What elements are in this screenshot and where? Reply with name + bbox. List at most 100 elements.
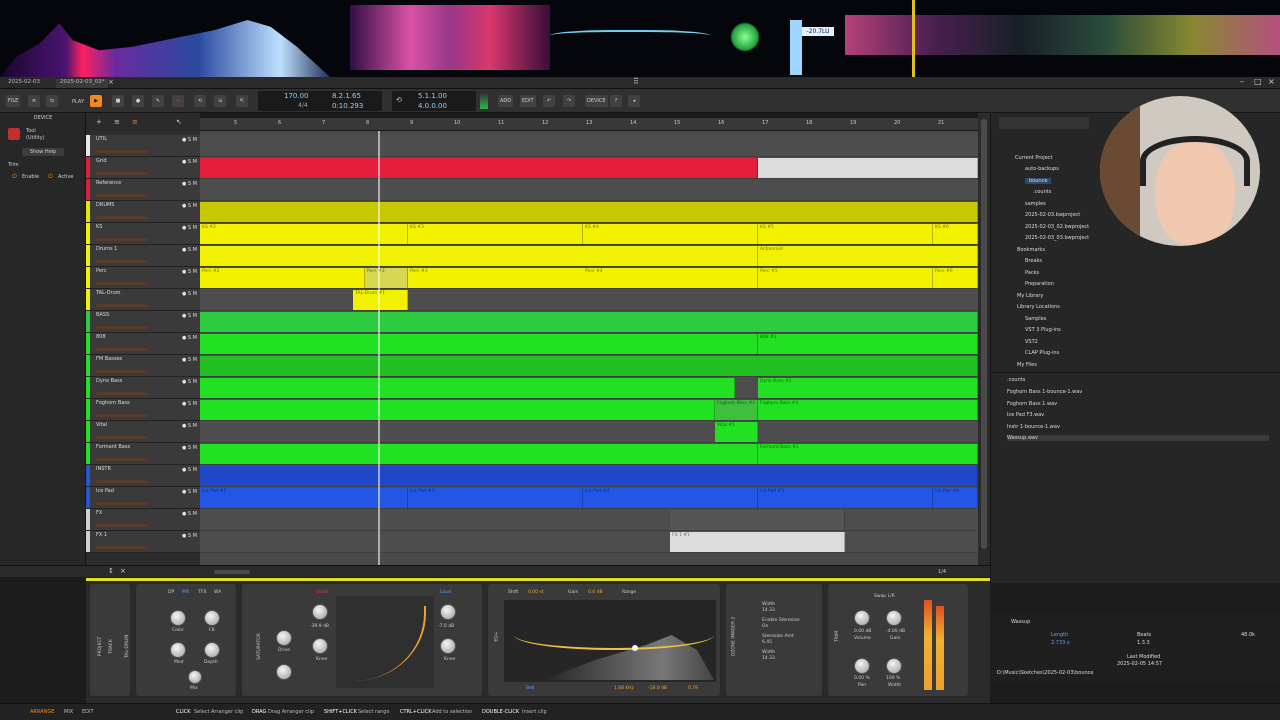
track-volume-fader[interactable] (96, 414, 148, 417)
arranger-clip[interactable]: Ice Pad #2 (200, 488, 408, 508)
mod-knob[interactable] (170, 642, 186, 658)
band-q[interactable]: 0.79 (688, 686, 698, 691)
saturation-curve-display[interactable] (336, 596, 434, 688)
track-name[interactable]: Grid (96, 158, 107, 164)
swap-lr-label[interactable]: Swap L/R (874, 594, 895, 599)
track-volume-fader[interactable] (96, 172, 148, 175)
arranger-clip[interactable]: KS #6 (933, 224, 978, 244)
stop-button[interactable]: ■ (112, 95, 124, 107)
track-name[interactable]: Ice Pad (96, 488, 114, 494)
track-arm-solo-mute-buttons[interactable]: ● S M (182, 489, 197, 495)
file-item[interactable]: 2025-02-03_03.bwproject (1025, 235, 1089, 241)
pointer-tool-icon[interactable]: ↖ (176, 118, 182, 126)
track-name[interactable]: Formant Bass (96, 444, 130, 450)
track-volume-fader[interactable] (96, 216, 148, 219)
tab-project-1[interactable]: 2025-02-03 (4, 79, 44, 88)
track-volume-fader[interactable] (96, 524, 148, 527)
track-arm-solo-mute-buttons[interactable]: ● S M (182, 401, 197, 407)
arranger-clip[interactable]: Perc #6 (933, 268, 978, 288)
arranger-clip[interactable]: Dyno Bass #2 (758, 378, 978, 398)
track-arm-solo-mute-buttons[interactable]: ● S M (182, 357, 197, 363)
track-name[interactable]: BASS (96, 312, 109, 318)
arranger-clip[interactable]: KS #4 (583, 224, 758, 244)
file-list-item[interactable]: Foghorn Bass 1-bounce-1.wav (1007, 389, 1082, 395)
redo-icon[interactable]: ↷ (563, 95, 575, 107)
file-list-item-selected[interactable]: Wassup.wav (1007, 435, 1269, 441)
library-item[interactable]: Samples (1025, 316, 1046, 322)
arranger-clip[interactable]: Ice Pad #3 (408, 488, 583, 508)
arranger-clip[interactable] (200, 202, 978, 222)
arranger-clip[interactable]: 808 #2 (758, 334, 978, 354)
my-files-node[interactable]: My Files (1017, 362, 1037, 368)
track-header[interactable]: DRUMS ● S M (86, 201, 200, 223)
fb-knob[interactable] (204, 610, 220, 626)
file-button[interactable]: FILE (6, 95, 21, 107)
track-arm-solo-mute-buttons[interactable]: ● S M (182, 423, 197, 429)
file-item[interactable]: 2025-02-03.bwproject (1025, 212, 1080, 218)
folder-item[interactable]: .counts (1033, 189, 1051, 195)
track-arm-solo-mute-buttons[interactable]: ● S M (182, 159, 197, 165)
mix-knob[interactable] (188, 670, 202, 684)
play-button[interactable]: ▶ (90, 95, 102, 107)
color-knob[interactable] (170, 610, 186, 626)
track-header[interactable]: Ice Pad ● S M (86, 487, 200, 509)
time-signature[interactable]: 4/4 (298, 102, 308, 109)
arranger-clip[interactable]: Ice Pad #5 (758, 488, 933, 508)
track-arm-solo-mute-buttons[interactable]: ● S M (182, 269, 197, 275)
track-name[interactable]: Perc (96, 268, 107, 274)
expand-icon[interactable]: ↕ (108, 567, 114, 575)
browser-tabs[interactable] (999, 117, 1089, 129)
track-header[interactable]: INSTR ● S M (86, 465, 200, 487)
track-header[interactable]: FX ● S M (86, 509, 200, 531)
loop-icon[interactable]: ⟲ (194, 95, 206, 107)
tab-dp[interactable]: DP (168, 590, 174, 595)
help-icon[interactable]: ? (610, 95, 622, 107)
track-arm-solo-mute-buttons[interactable]: ● S M (182, 291, 197, 297)
file-list-item[interactable]: Instr 1-bounce-1.wav (1007, 424, 1060, 430)
track-arm-solo-mute-buttons[interactable]: ● S M (182, 511, 197, 517)
file-list-item[interactable]: Foghorn Bass 1.wav (1007, 401, 1057, 407)
bookmarks-node[interactable]: Bookmarks (1017, 247, 1045, 253)
shift-value[interactable]: 0.00 st (528, 590, 544, 595)
track-header[interactable]: 808 ● S M (86, 333, 200, 355)
folder-item[interactable]: auto-backups (1025, 166, 1059, 172)
track-header[interactable]: UTIL ● S M (86, 135, 200, 157)
undo-icon[interactable]: ↶ (543, 95, 555, 107)
arranger-timeline[interactable]: KS #2 KS #3 KS #4 KS #5 KS #6 Actionroid Perc … (200, 131, 978, 565)
track-volume-fader[interactable] (96, 348, 148, 351)
track-volume-fader[interactable] (96, 370, 148, 373)
punch-in-icon[interactable]: ⇲ (214, 95, 226, 107)
quiet-knee-knob[interactable] (312, 638, 328, 654)
bookmark-item[interactable]: Breaks (1025, 258, 1042, 264)
enable-stereoize-value[interactable]: On (762, 624, 768, 629)
my-library-node[interactable]: My Library (1017, 293, 1043, 299)
track-lane[interactable] (200, 509, 978, 531)
arranger-clip[interactable]: FX 1 #1 (670, 532, 845, 552)
arranger-clip[interactable] (200, 378, 735, 398)
track-arm-solo-mute-buttons[interactable]: ● S M (182, 137, 197, 143)
track-name[interactable]: KS (96, 224, 102, 230)
track-arm-solo-mute-buttons[interactable]: ● S M (182, 203, 197, 209)
track-name[interactable]: Vital (96, 422, 107, 428)
horizontal-scroll-thumb[interactable] (214, 570, 250, 574)
eq-band-handle[interactable] (632, 645, 638, 651)
arranger-clip[interactable]: KS #5 (758, 224, 933, 244)
track-arm-solo-mute-buttons[interactable]: ● S M (182, 467, 197, 473)
close-window-icon[interactable]: × (1268, 77, 1275, 86)
arranger-clip[interactable] (200, 312, 978, 332)
arranger-clip[interactable] (200, 246, 758, 266)
minimize-icon[interactable]: – (1240, 77, 1244, 86)
folder-item[interactable]: bounce (1025, 178, 1052, 184)
eq-spectrum-display[interactable] (504, 600, 716, 682)
tab-tfx[interactable]: TFX (198, 590, 206, 595)
record-button[interactable]: ● (132, 95, 144, 107)
close-tab-icon[interactable]: × (108, 78, 114, 86)
scroll-thumb[interactable] (981, 119, 987, 549)
lp-knob[interactable] (276, 664, 292, 680)
mix-view-button[interactable]: MIX (64, 709, 73, 715)
width2-value[interactable]: 14.33 (762, 656, 775, 661)
pan-knob[interactable] (854, 658, 870, 674)
folder-item[interactable]: samples (1025, 201, 1046, 207)
arranger-clip[interactable]: Actionroid (758, 246, 978, 266)
track-arm-solo-mute-buttons[interactable]: ● S M (182, 225, 197, 231)
